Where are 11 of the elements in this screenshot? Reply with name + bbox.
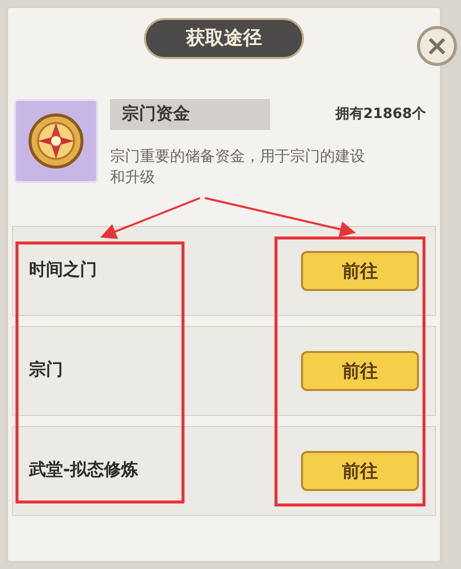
item-description: 宗门重要的储备资金，用于宗门的建设和升级 [110,146,366,188]
source-label: 时间之门 [29,259,97,282]
go-button[interactable]: 前往 [301,351,419,391]
source-label: 武堂-拟态修炼 [29,459,138,482]
go-button[interactable]: 前往 [301,451,419,491]
dialog-title: 获取途径 [144,18,304,58]
go-button[interactable]: 前往 [301,251,419,291]
close-button[interactable]: × [417,26,457,66]
item-name: 宗门资金 [110,98,270,130]
source-label: 宗门 [29,359,63,382]
owned-count: 拥有21868个 [335,104,426,124]
